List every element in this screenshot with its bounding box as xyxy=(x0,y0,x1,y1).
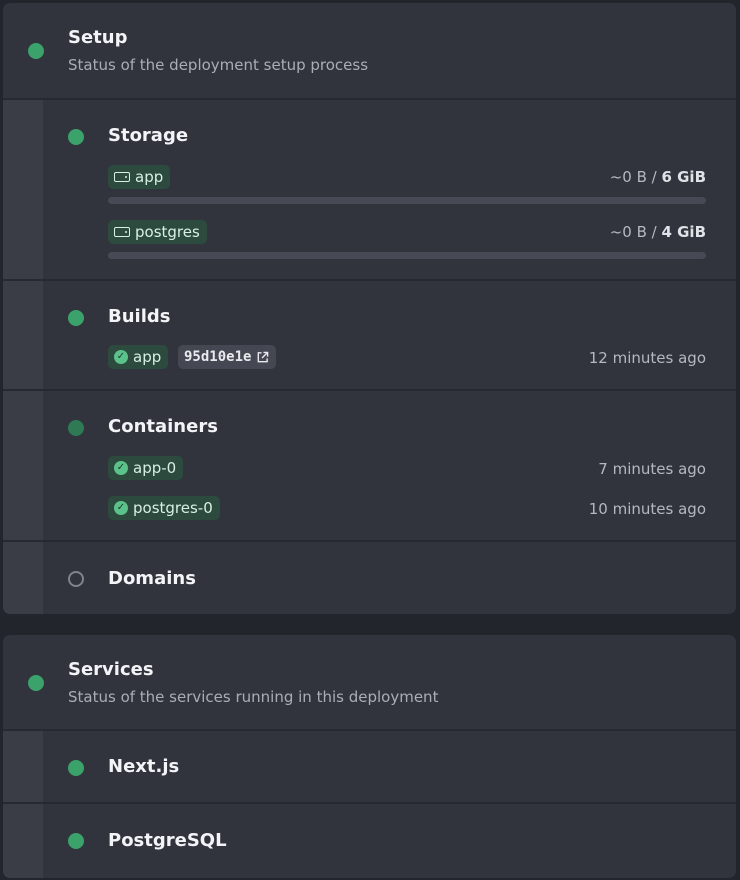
container-time: 10 minutes ago xyxy=(588,500,706,518)
section-rail xyxy=(3,804,43,878)
hard-drive-icon xyxy=(114,172,130,182)
volume-chip-postgres[interactable]: postgres xyxy=(108,220,207,244)
check-circle-icon: ✓ xyxy=(114,501,128,515)
section-rail xyxy=(3,391,43,540)
builds-section: Builds ✓ app 95d10e1e 12 minutes ago xyxy=(3,281,736,391)
section-rail xyxy=(3,281,43,389)
check-circle-icon: ✓ xyxy=(114,461,128,475)
services-status-dot xyxy=(28,675,44,691)
container-name: postgres-0 xyxy=(133,499,213,517)
volume-usage-bar-postgres xyxy=(108,252,706,259)
volume-usage-app: ~0 B / 6 GiB xyxy=(610,168,706,186)
storage-title: Storage xyxy=(108,125,189,146)
service-status-dot xyxy=(68,833,84,849)
section-rail xyxy=(3,100,43,279)
storage-status-dot xyxy=(68,129,84,145)
setup-header: Setup Status of the deployment setup pro… xyxy=(3,3,736,100)
external-link-icon xyxy=(258,351,269,362)
container-chip-app-0[interactable]: ✓ app-0 xyxy=(108,456,184,480)
services-card: Services Status of the services running … xyxy=(3,635,736,878)
volume-separator: / xyxy=(646,223,662,241)
service-status-dot xyxy=(68,760,84,776)
service-name: Next.js xyxy=(108,756,180,777)
setup-title: Setup xyxy=(68,27,128,48)
volume-separator: / xyxy=(646,168,662,186)
container-chip-postgres-0[interactable]: ✓ postgres-0 xyxy=(108,496,220,520)
volume-chip-app[interactable]: app xyxy=(108,165,171,189)
domains-status-dot xyxy=(68,571,84,587)
build-name: app xyxy=(133,348,162,366)
check-circle-icon: ✓ xyxy=(114,350,128,364)
build-time: 12 minutes ago xyxy=(588,349,706,367)
commit-link[interactable]: 95d10e1e xyxy=(178,345,277,369)
build-chip-app[interactable]: ✓ app xyxy=(108,345,169,369)
hard-drive-icon xyxy=(114,227,130,237)
volume-name: postgres xyxy=(135,223,200,241)
container-time: 7 minutes ago xyxy=(598,460,706,478)
volume-used: ~0 B xyxy=(609,223,647,241)
section-rail xyxy=(3,542,43,614)
service-name: PostgreSQL xyxy=(108,830,227,851)
volume-name: app xyxy=(135,168,164,186)
volume-usage-bar-app xyxy=(108,197,706,204)
commit-hash: 95d10e1e xyxy=(184,349,252,365)
services-title: Services xyxy=(68,659,154,680)
containers-title: Containers xyxy=(108,416,218,437)
setup-card: Setup Status of the deployment setup pro… xyxy=(3,3,736,614)
setup-status-dot xyxy=(28,43,44,59)
volume-used: ~0 B xyxy=(609,168,647,186)
builds-status-dot xyxy=(68,310,84,326)
container-name: app-0 xyxy=(133,459,177,477)
section-rail xyxy=(3,731,43,802)
services-header: Services Status of the services running … xyxy=(3,635,736,731)
domains-section: Domains xyxy=(3,542,736,614)
volume-usage-postgres: ~0 B / 4 GiB xyxy=(610,223,706,241)
service-item-postgresql[interactable]: PostgreSQL xyxy=(3,804,736,878)
service-item-nextjs[interactable]: Next.js xyxy=(3,731,736,804)
storage-section: Storage app ~0 B / 6 GiB postgres ~0 B /… xyxy=(3,100,736,281)
domains-title: Domains xyxy=(108,568,196,589)
builds-title: Builds xyxy=(108,306,171,327)
volume-total: 6 GiB xyxy=(661,168,706,186)
services-subtitle: Status of the services running in this d… xyxy=(68,688,439,706)
setup-subtitle: Status of the deployment setup process xyxy=(68,56,369,74)
containers-section: Containers ✓ app-0 7 minutes ago ✓ postg… xyxy=(3,391,736,542)
volume-total: 4 GiB xyxy=(661,223,706,241)
containers-status-dot xyxy=(68,420,84,436)
